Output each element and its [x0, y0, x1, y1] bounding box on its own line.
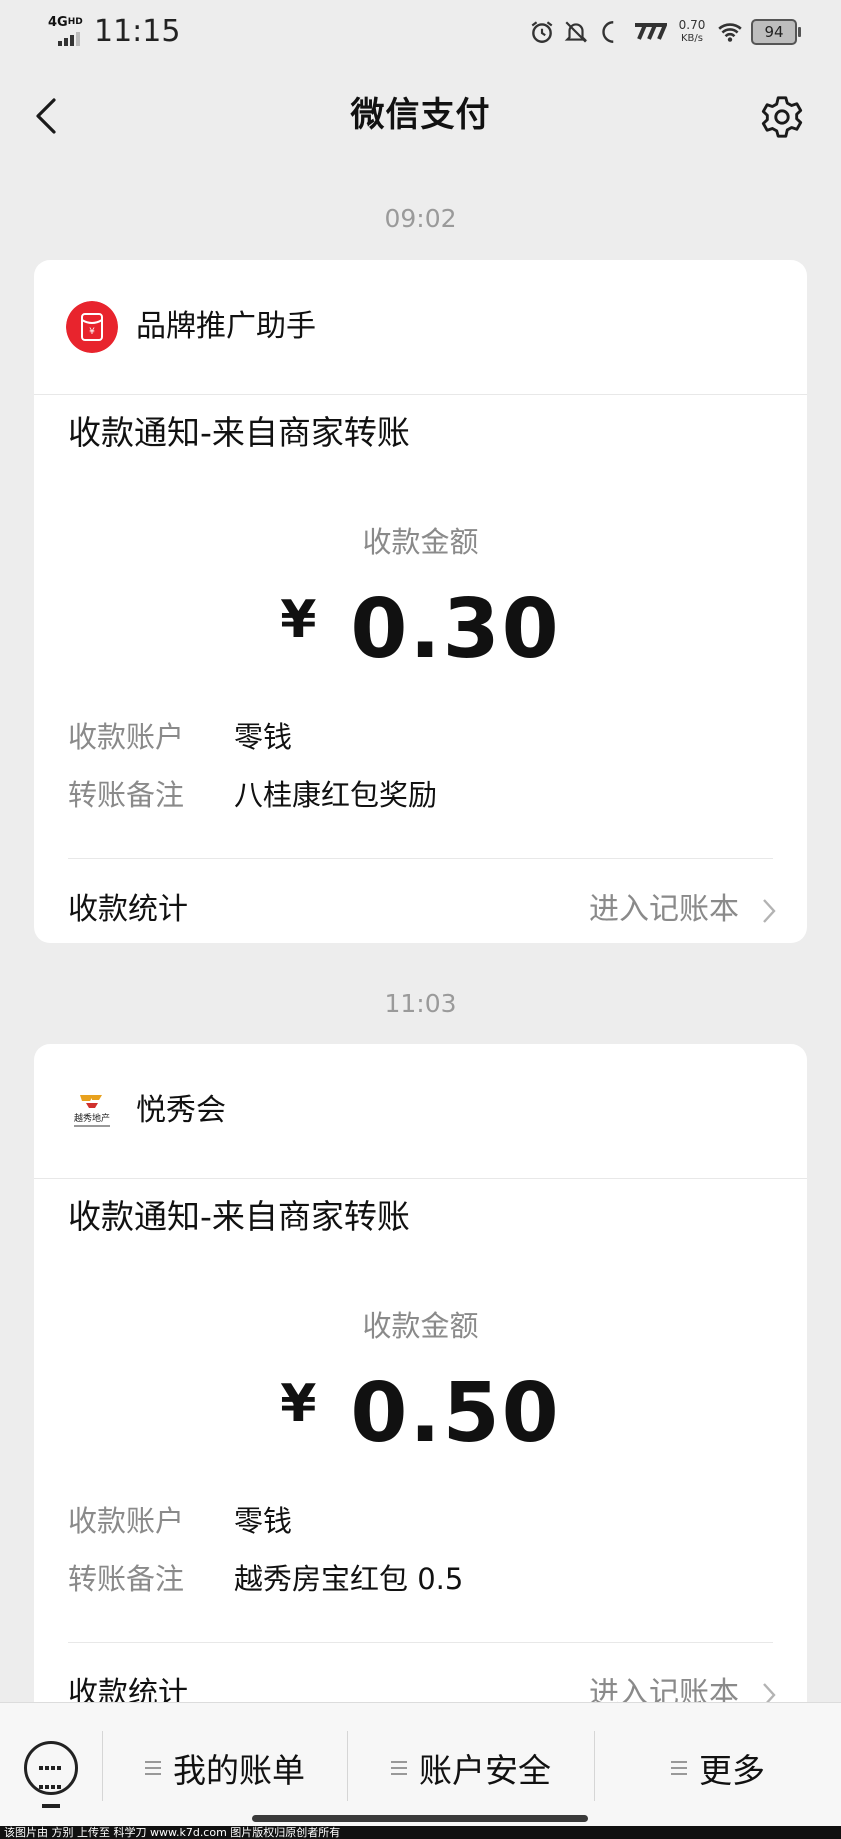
menu-icon: [145, 1761, 161, 1775]
message-time: 09:02: [384, 204, 457, 233]
amount-label: 收款金额: [362, 1309, 479, 1343]
payment-notice-card[interactable]: ¥ 品牌推广助手 收款通知-来自商家转账 收款金额 ¥0.30 收款账户 零钱 转…: [34, 260, 807, 943]
network-speed: 0.70 KB/s: [678, 18, 706, 45]
status-icons: 0.70 KB/s 94: [529, 14, 801, 50]
notice-title: 收款通知-来自商家转账: [68, 1197, 410, 1236]
amount-value: 0.30: [350, 582, 561, 677]
page-title: 微信支付: [350, 95, 491, 135]
red-packet-avatar-icon: ¥: [66, 301, 118, 353]
stats-label: 收款统计: [68, 892, 188, 927]
mute-bell-icon: [564, 21, 588, 43]
account-row: 收款账户 零钱: [68, 1504, 293, 1538]
message-time: 11:03: [384, 989, 457, 1018]
settings-gear-icon[interactable]: [759, 94, 805, 140]
network-indicator: 4GHD: [48, 16, 83, 46]
chevron-right-icon: [763, 899, 776, 923]
remark-row: 转账备注 越秀房宝红包 0.5: [68, 1562, 464, 1596]
ledger-link[interactable]: 进入记账本: [589, 888, 739, 932]
network-speed-badge-icon: [635, 23, 667, 40]
status-time: 11:15: [94, 14, 181, 49]
yuexiu-logo-icon: 越秀地产: [66, 1085, 118, 1137]
menu-icon: [391, 1761, 407, 1775]
merchant-name: 悦秀会: [136, 1093, 226, 1128]
nav-bar: 微信支付: [0, 64, 841, 168]
stats-row[interactable]: 收款统计 进入记账本: [68, 880, 779, 940]
svg-text:越秀地产: 越秀地产: [74, 1112, 110, 1124]
card-header[interactable]: ¥ 品牌推广助手: [34, 260, 807, 395]
account-row: 收款账户 零钱: [68, 720, 293, 754]
remark-row: 转账备注 八桂康红包奖励: [68, 778, 438, 812]
divider: [68, 858, 773, 859]
amount-label: 收款金额: [362, 525, 479, 559]
signal-icon: [58, 32, 82, 46]
amount: ¥0.50: [34, 1364, 807, 1464]
currency-symbol: ¥: [280, 1374, 317, 1434]
menu-my-bill[interactable]: 我的账单: [103, 1743, 347, 1793]
alarm-icon: [531, 21, 553, 43]
bottom-menu-bar: 我的账单 账户安全 更多: [0, 1702, 841, 1827]
status-bar: 4GHD 11:15 0.70 KB/s 94: [0, 0, 841, 64]
battery-indicator: 94: [751, 19, 801, 45]
watermark-footer: 该图片由 方别 上传至 科学刀 www.k7d.com 图片版权归原创者所有: [0, 1826, 841, 1839]
svg-text:¥: ¥: [89, 327, 95, 337]
home-indicator[interactable]: [252, 1815, 588, 1822]
menu-account-security[interactable]: 账户安全: [348, 1743, 594, 1793]
wifi-icon: [718, 23, 742, 42]
merchant-name: 品牌推广助手: [136, 309, 316, 344]
amount-value: 0.50: [350, 1366, 561, 1461]
moon-icon: [602, 21, 614, 43]
notice-title: 收款通知-来自商家转账: [68, 413, 410, 452]
divider: [68, 1642, 773, 1643]
keyboard-toggle-icon[interactable]: [24, 1741, 78, 1808]
menu-more[interactable]: 更多: [595, 1743, 841, 1793]
currency-symbol: ¥: [280, 590, 317, 650]
menu-icon: [671, 1761, 687, 1775]
payment-notice-card[interactable]: 越秀地产 悦秀会 收款通知-来自商家转账 收款金额 ¥0.50 收款账户 零钱 转…: [34, 1044, 807, 1744]
card-header[interactable]: 越秀地产 悦秀会: [34, 1044, 807, 1179]
amount: ¥0.30: [34, 580, 807, 680]
